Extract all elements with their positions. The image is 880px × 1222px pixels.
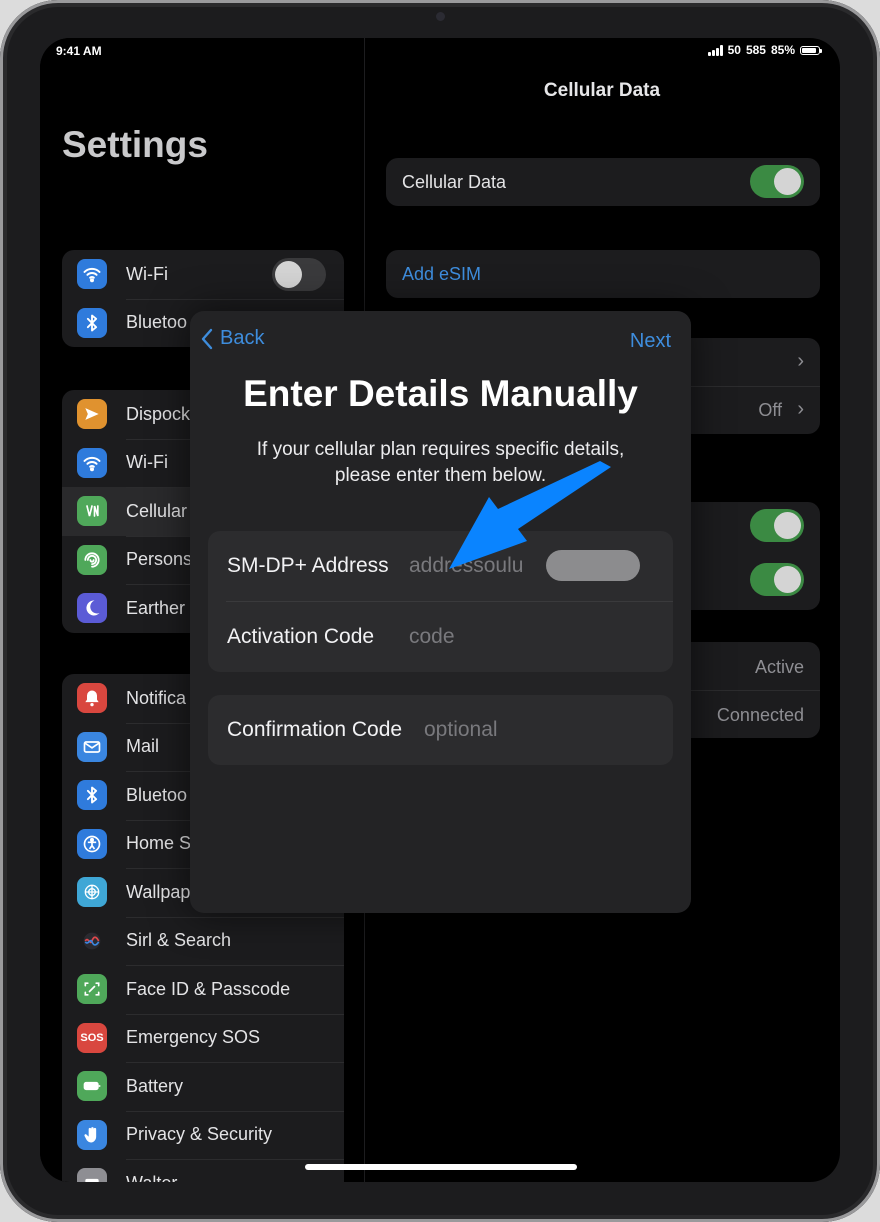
sidebar-item-label: Battery (126, 1075, 184, 1096)
cellular-data-toggle[interactable] (750, 165, 804, 198)
sidebar-item-emergency-sos[interactable]: SOS Emergency SOS (62, 1013, 344, 1063)
sos-icon: SOS (77, 1022, 107, 1053)
status-indicators: 50 585 85% (707, 43, 822, 57)
sidebar-item-label: Emergency SOS (126, 1027, 261, 1048)
home-indicator[interactable] (305, 1164, 577, 1170)
confirmation-code-label: Confirmation Code (227, 718, 403, 741)
hotspot-icon (77, 544, 107, 575)
signal-icon (707, 44, 723, 56)
wifi-icon (77, 259, 107, 290)
smdp-address-row: SM-DP+ Address addressoulu (208, 531, 673, 602)
accessibility-icon (77, 828, 107, 859)
sidebar-item-privacy[interactable]: Privacy & Security (62, 1110, 344, 1160)
cellular-data-row[interactable]: Cellular Data (386, 158, 820, 206)
sidebar-item-label: Walter (126, 1173, 177, 1182)
bluetooth-icon (77, 780, 107, 811)
back-button[interactable]: Back (200, 327, 264, 350)
toggle-knob (275, 261, 302, 288)
sidebar-item-wifi[interactable]: Wi-Fi (62, 250, 344, 299)
cellular-data-label: Cellular Data (402, 172, 507, 192)
bluetooth-icon (77, 307, 107, 338)
mail-icon (77, 731, 107, 762)
status-connected: Connected (716, 705, 804, 725)
wifi-icon (77, 447, 107, 478)
sidebar-item-battery[interactable]: Battery (62, 1062, 344, 1111)
sidebar-item-label: Wi-Fi (126, 263, 168, 284)
airplane-icon (77, 399, 107, 430)
moon-icon (77, 593, 107, 624)
status-extra: 585 (745, 43, 766, 57)
smdp-address-input[interactable]: addressoulu (409, 554, 523, 578)
sidebar-item-label: Notifica (126, 687, 187, 708)
network-label: 50 (727, 43, 741, 57)
status-active: Active (754, 657, 804, 677)
sidebar-item-label: Face ID & Passcode (126, 978, 291, 999)
sidebar-item-label: Dispock (126, 403, 191, 424)
front-camera (436, 12, 445, 21)
toggle-knob (774, 566, 801, 593)
wallpaper-icon (77, 877, 107, 908)
sidebar-item-label: Wallpap (126, 881, 191, 902)
chevron-right-icon[interactable]: › (797, 398, 804, 421)
confirmation-code-input[interactable]: optional (424, 718, 498, 742)
confirmation-code-group: Confirmation Code optional (208, 695, 673, 765)
back-label: Back (220, 327, 265, 349)
wifi-toggle[interactable] (272, 258, 326, 291)
sidebar-item-label: Sirl & Search (126, 930, 232, 951)
address-code-group: SM-DP+ Address addressoulu Activation Co… (208, 531, 673, 672)
modal-subtitle: If your cellular plan requires specific … (256, 439, 625, 486)
battery-icon (77, 1071, 107, 1102)
modal-title: Enter Details Manually (243, 373, 638, 414)
sidebar-item-label: Cellular (126, 500, 188, 521)
faceid-icon (77, 974, 107, 1005)
siri-icon (77, 925, 107, 956)
toggle-knob (774, 168, 801, 195)
detail-toggle-2[interactable] (750, 563, 804, 596)
sidebar-item-label: Bluetoo (126, 784, 188, 805)
sidebar-item-label: Home S (126, 833, 192, 854)
activation-code-row: Activation Code code (208, 602, 673, 672)
sidebar-item-wallet[interactable]: Walter (62, 1159, 344, 1182)
screen: Settings Wi-Fi Bluetoo Dispock Wi-Fi Cel… (40, 38, 840, 1182)
detail-toggle-1[interactable] (750, 509, 804, 542)
hand-icon (77, 1119, 107, 1150)
clear-field-pill[interactable] (546, 550, 640, 581)
sidebar-item-label: Bluetoo (126, 312, 188, 333)
activation-code-input[interactable]: code (409, 625, 455, 649)
sidebar-item-label: Earther (126, 597, 186, 618)
detail-title: Cellular Data (543, 80, 661, 101)
cellular-icon (77, 496, 107, 527)
sidebar-item-siri[interactable]: Sirl & Search (62, 916, 344, 966)
row-value-off: Off (758, 400, 782, 420)
sidebar-item-label: Persons (126, 549, 193, 570)
notification-icon (77, 683, 107, 714)
enter-details-modal: Back Next Enter Details Manually If your… (190, 311, 691, 913)
smdp-address-label: SM-DP+ Address (227, 554, 389, 577)
sidebar-title: Settings (62, 124, 208, 165)
status-time: 9:41 AM (56, 44, 102, 58)
chevron-left-icon (201, 328, 213, 349)
status-bar: 9:41 AM 50 585 85% (40, 38, 840, 66)
sidebar-item-label: Mail (126, 736, 160, 757)
add-esim-link[interactable]: Add eSIM (402, 264, 481, 285)
sidebar-item-faceid[interactable]: Face ID & Passcode (62, 965, 344, 1014)
activation-code-label: Activation Code (227, 625, 375, 648)
confirmation-code-row: Confirmation Code optional (208, 695, 673, 765)
wallet-icon (77, 1168, 107, 1182)
battery-status-icon (800, 45, 822, 55)
battery-percent: 85% (770, 43, 795, 57)
toggle-knob (774, 512, 801, 539)
sidebar-item-label: Privacy & Security (126, 1124, 273, 1145)
chevron-right-icon[interactable]: › (797, 350, 804, 373)
add-esim-row[interactable]: Add eSIM (386, 250, 820, 298)
ipad-device-frame: Settings Wi-Fi Bluetoo Dispock Wi-Fi Cel… (0, 0, 880, 1222)
sidebar-item-label: Wi-Fi (126, 452, 168, 473)
next-button[interactable]: Next (630, 330, 671, 353)
